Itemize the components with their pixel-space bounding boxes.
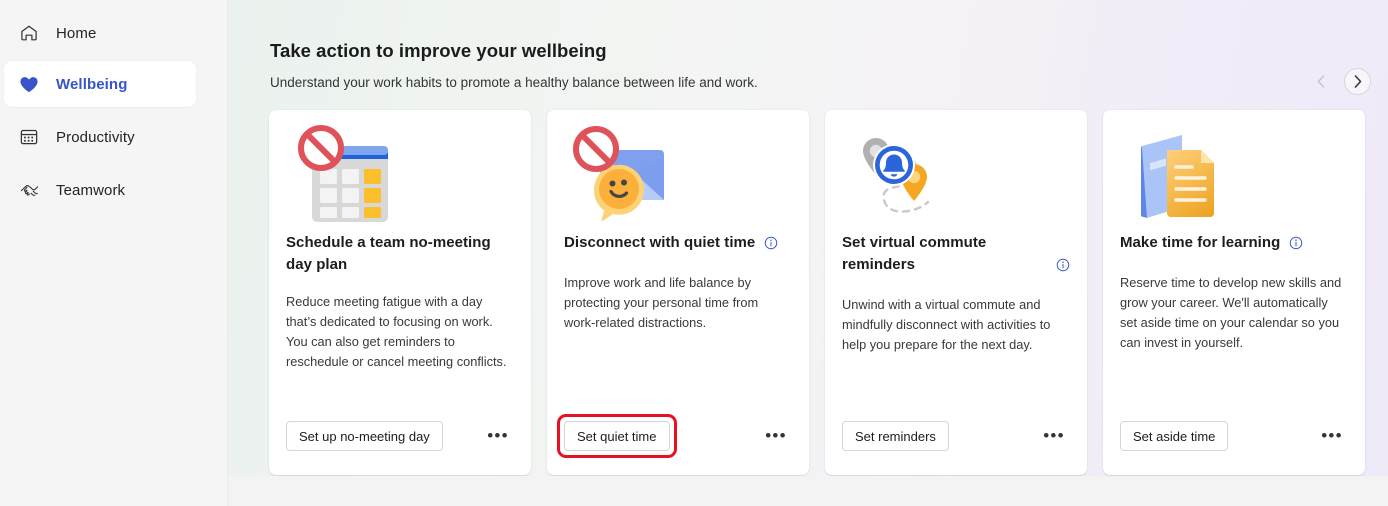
card-title: Set virtual commute reminders bbox=[842, 234, 987, 273]
card-title-row: Schedule a team no-meeting day plan bbox=[286, 232, 514, 276]
sidebar-item-wellbeing[interactable]: Wellbeing bbox=[4, 61, 196, 107]
info-icon[interactable] bbox=[764, 235, 778, 257]
main-content: Take action to improve your wellbeing Un… bbox=[228, 0, 1388, 506]
action-button-wrapper: Set aside time bbox=[1120, 421, 1229, 451]
set-aside-time-button[interactable]: Set aside time bbox=[1120, 421, 1229, 451]
info-icon[interactable] bbox=[1289, 235, 1303, 257]
sidebar-item-label: Productivity bbox=[56, 128, 135, 146]
action-button-wrapper: Set reminders bbox=[842, 421, 949, 451]
card-footer: Set reminders ••• bbox=[842, 421, 1070, 451]
sidebar-item-productivity[interactable]: Productivity bbox=[4, 114, 196, 160]
card-footer: Set up no-meeting day ••• bbox=[286, 421, 514, 451]
carousel-next-button[interactable] bbox=[1344, 68, 1371, 95]
handshake-icon bbox=[18, 179, 40, 201]
action-card-learning-time[interactable]: Make time for learning Reserve time to d… bbox=[1103, 110, 1365, 475]
card-description: Reserve time to develop new skills and g… bbox=[1120, 275, 1342, 350]
envelope-blocked-chat-illustration bbox=[564, 110, 792, 232]
sidebar-item-label: Teamwork bbox=[56, 181, 126, 199]
card-description: Reduce meeting fatigue with a day that’s… bbox=[286, 294, 507, 369]
calendar-icon bbox=[18, 126, 40, 148]
home-icon bbox=[18, 22, 40, 44]
section-header: Take action to improve your wellbeing Un… bbox=[270, 40, 758, 90]
action-card-quiet-time[interactable]: Disconnect with quiet time Improve work … bbox=[547, 110, 809, 475]
card-title-row: Disconnect with quiet time bbox=[564, 232, 792, 257]
action-card-virtual-commute[interactable]: Set virtual commute reminders Unwind wit… bbox=[825, 110, 1087, 475]
card-title: Make time for learning bbox=[1120, 234, 1281, 251]
card-more-options-button[interactable]: ••• bbox=[762, 423, 790, 449]
info-icon[interactable] bbox=[1056, 257, 1070, 279]
card-footer: Set quiet time ••• bbox=[557, 414, 792, 458]
sidebar: Home Wellbeing Productivity Teamwork bbox=[0, 0, 228, 506]
sidebar-item-label: Wellbeing bbox=[56, 75, 128, 93]
highlighted-action-wrapper: Set quiet time bbox=[557, 414, 677, 458]
set-reminders-button[interactable]: Set reminders bbox=[842, 421, 949, 451]
card-title: Disconnect with quiet time bbox=[564, 234, 756, 251]
chevron-left-icon bbox=[1317, 75, 1325, 88]
chevron-right-icon bbox=[1354, 75, 1361, 88]
heart-icon bbox=[18, 73, 40, 95]
calendar-blocked-illustration bbox=[286, 110, 514, 232]
set-quiet-time-button[interactable]: Set quiet time bbox=[564, 421, 670, 451]
page-title: Take action to improve your wellbeing bbox=[270, 40, 607, 61]
sidebar-item-teamwork[interactable]: Teamwork bbox=[4, 167, 196, 213]
card-title-row: Make time for learning bbox=[1120, 232, 1348, 257]
action-card-no-meeting-day[interactable]: Schedule a team no-meeting day plan Redu… bbox=[269, 110, 531, 475]
sidebar-item-label: Home bbox=[56, 24, 97, 42]
carousel-prev-button[interactable] bbox=[1308, 69, 1334, 95]
action-button-wrapper: Set up no-meeting day bbox=[286, 421, 443, 451]
book-document-illustration bbox=[1120, 110, 1348, 232]
map-pins-bell-illustration bbox=[842, 110, 1070, 232]
card-more-options-button[interactable]: ••• bbox=[484, 423, 512, 449]
card-footer: Set aside time ••• bbox=[1120, 421, 1348, 451]
card-title: Schedule a team no-meeting day plan bbox=[286, 234, 491, 273]
page-subtitle: Understand your work habits to promote a… bbox=[270, 75, 758, 90]
card-more-options-button[interactable]: ••• bbox=[1040, 423, 1068, 449]
action-card-list: Schedule a team no-meeting day plan Redu… bbox=[269, 110, 1365, 475]
set-up-no-meeting-day-button[interactable]: Set up no-meeting day bbox=[286, 421, 443, 451]
card-title-row: Set virtual commute reminders bbox=[842, 232, 1070, 279]
card-more-options-button[interactable]: ••• bbox=[1318, 423, 1346, 449]
card-description: Improve work and life balance by protect… bbox=[564, 275, 759, 330]
carousel-controls bbox=[1308, 68, 1371, 95]
sidebar-item-home[interactable]: Home bbox=[4, 10, 196, 56]
card-description: Unwind with a virtual commute and mindfu… bbox=[842, 297, 1051, 352]
app-root: Home Wellbeing Productivity Teamwork Tak… bbox=[0, 0, 1388, 506]
